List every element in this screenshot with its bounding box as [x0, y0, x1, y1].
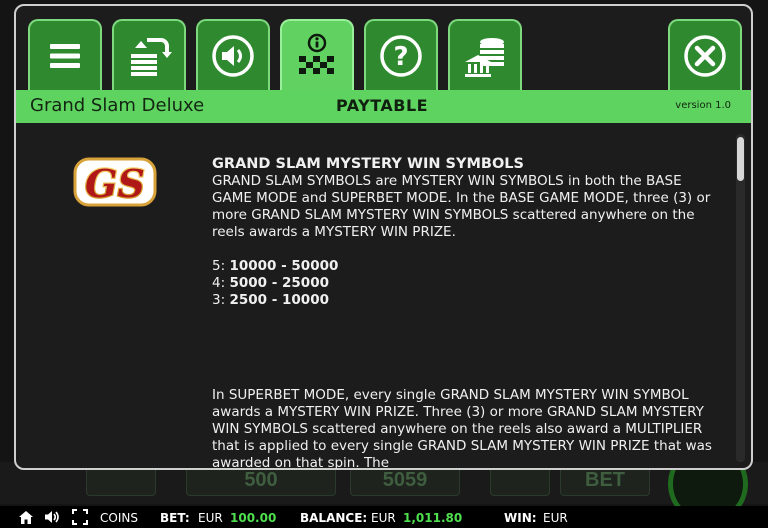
- coins-toggle[interactable]: COINS: [100, 511, 138, 525]
- version-label: version 1.0: [675, 100, 731, 111]
- scrollbar-thumb[interactable]: [737, 137, 744, 181]
- tab-close[interactable]: [668, 19, 742, 91]
- bet-label: BET:: [160, 511, 190, 525]
- menu-icon: [50, 44, 80, 68]
- description-paragraph-1: GRAND SLAM SYMBOLS are MYSTERY WIN SYMBO…: [212, 173, 711, 240]
- bet-currency: EUR: [198, 511, 223, 525]
- payout-row-4: 4: 5000 - 25000: [212, 275, 329, 291]
- tab-autoplay[interactable]: [112, 19, 186, 91]
- page-title: PAYTABLE: [336, 96, 429, 115]
- payout-list: 5: 10000 - 50000 4: 5000 - 25000 3: 2500…: [212, 258, 712, 309]
- section-heading: GRAND SLAM MYSTERY WIN SYMBOLS: [212, 156, 524, 172]
- scrollbar[interactable]: [736, 134, 745, 462]
- win-label: WIN:: [504, 511, 537, 525]
- balance-currency: EUR: [371, 511, 396, 525]
- symbol-description: GRAND SLAM MYSTERY WIN SYMBOLS GRAND SLA…: [212, 156, 712, 470]
- payout-row-5: 5: 10000 - 50000: [212, 258, 339, 274]
- balance-value: 1,011.80: [403, 511, 463, 525]
- fullscreen-icon[interactable]: [72, 509, 88, 525]
- balance-label: BALANCE:: [300, 511, 368, 525]
- win-currency: EUR: [543, 511, 568, 525]
- tab-bet-settings[interactable]: [448, 19, 522, 91]
- header-band: Grand Slam Deluxe PAYTABLE version 1.0: [16, 90, 751, 123]
- grand-slam-logo-text: GS: [85, 161, 145, 206]
- status-bar: COINS BET: EUR 100.00 BALANCE: EUR 1,011…: [0, 506, 768, 528]
- tab-bar: ?: [16, 6, 751, 91]
- description-paragraph-2: In SUPERBET MODE, every single GRAND SLA…: [212, 387, 712, 470]
- svg-text:?: ?: [393, 42, 408, 72]
- paytable-info-icon: [299, 33, 334, 74]
- tab-menu[interactable]: [28, 19, 102, 91]
- paytable-content[interactable]: GS GRAND SLAM MYSTERY WIN SYMBOLS GRAND …: [16, 123, 751, 470]
- close-icon: [684, 35, 726, 77]
- help-icon: ?: [380, 35, 422, 77]
- tab-help[interactable]: ?: [364, 19, 438, 91]
- tab-sound[interactable]: [196, 19, 270, 91]
- payout-row-3: 3: 2500 - 10000: [212, 292, 329, 308]
- tab-paytable[interactable]: [280, 19, 354, 91]
- autoplay-icon: [131, 38, 172, 76]
- paytable-modal: ? Grand Slam Deluxe PAYTABLE version 1.0…: [14, 4, 753, 470]
- grand-slam-symbol: GS: [73, 157, 157, 207]
- game-title: Grand Slam Deluxe: [30, 95, 205, 116]
- sound-icon: [212, 35, 254, 77]
- bet-value: 100.00: [230, 511, 277, 525]
- bet-coins-icon: [465, 38, 504, 77]
- game-screen: 500 5059 BET ? Grand Slam Deluxe PAYTABL…: [0, 0, 768, 528]
- home-icon[interactable]: [18, 509, 34, 525]
- speaker-icon[interactable]: [44, 509, 60, 525]
